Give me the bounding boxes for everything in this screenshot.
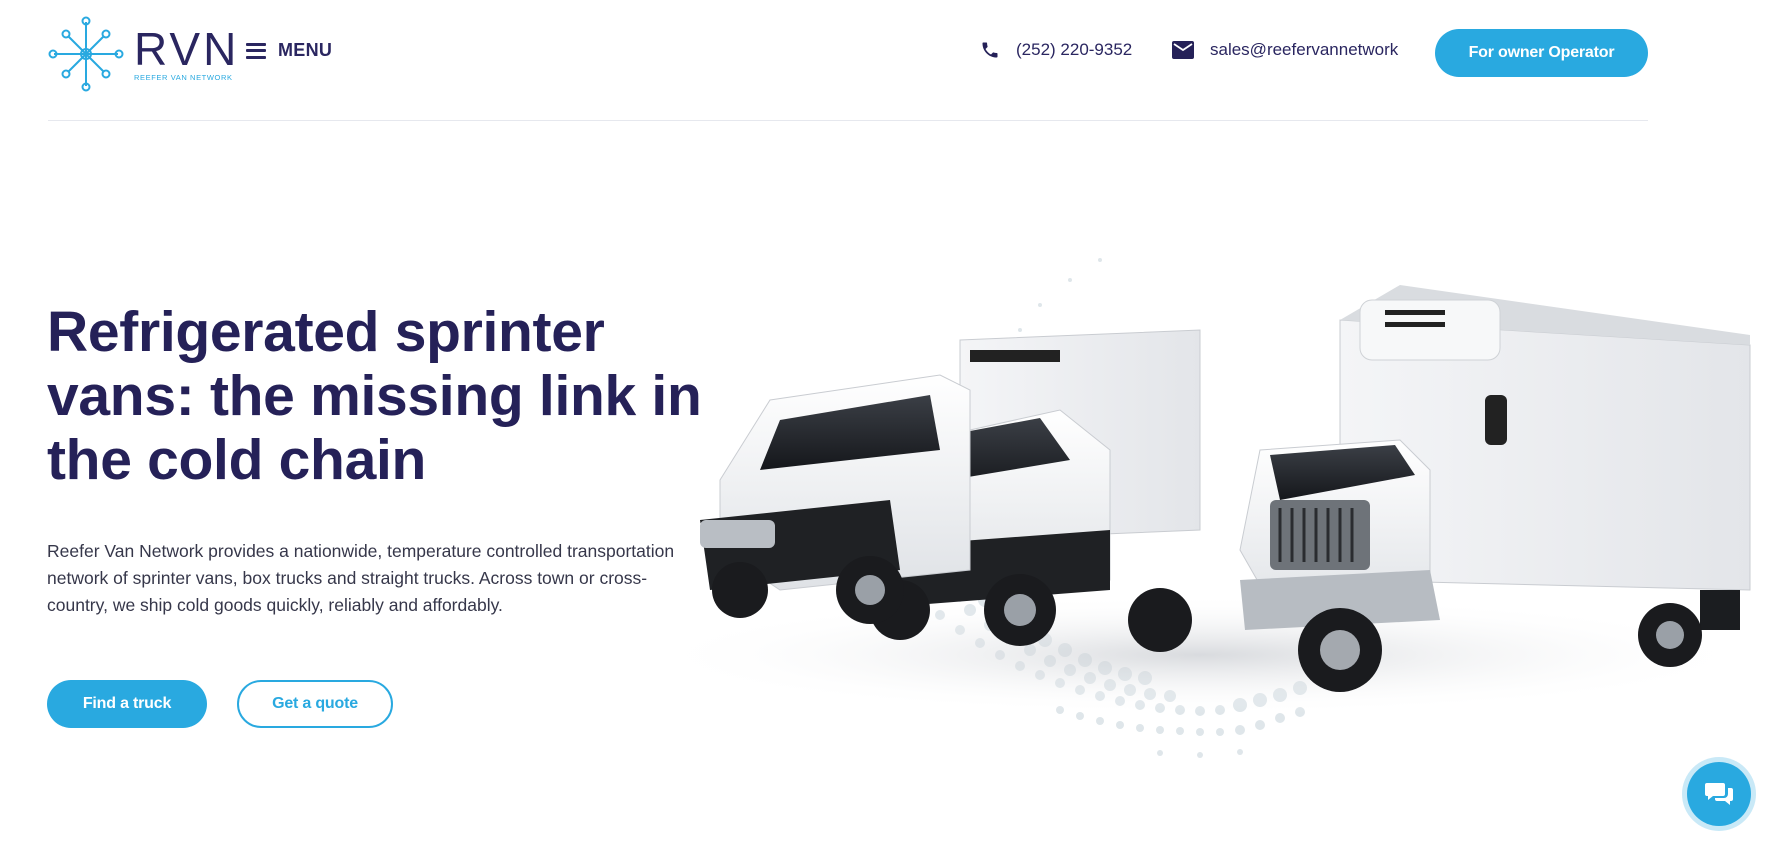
logo[interactable]: RVN REEFER VAN NETWORK (48, 14, 238, 94)
logo-tagline: REEFER VAN NETWORK (134, 72, 233, 82)
envelope-icon (1172, 41, 1194, 59)
network-star-icon (48, 16, 124, 92)
get-quote-button[interactable]: Get a quote (237, 680, 393, 728)
phone-number: (252) 220-9352 (1016, 40, 1133, 59)
email-link[interactable]: sales@reefervannetwork (1172, 40, 1398, 60)
find-truck-button[interactable]: Find a truck (47, 680, 207, 728)
hero-description: Reefer Van Network provides a nationwide… (47, 541, 675, 615)
chat-button[interactable] (1687, 762, 1751, 826)
site-header: RVN REEFER VAN NETWORK MENU (252) 220-93… (48, 0, 1648, 121)
hamburger-icon (246, 42, 266, 59)
menu-toggle[interactable]: MENU (246, 40, 332, 61)
phone-link[interactable]: (252) 220-9352 (980, 40, 1132, 60)
logo-wordmark: RVN (134, 22, 240, 75)
phone-icon (982, 42, 998, 58)
email-address: sales@reefervannetwork (1210, 40, 1399, 59)
chat-bubbles-icon (1705, 783, 1733, 805)
hero-fleet-image (640, 258, 1760, 758)
page: RVN REEFER VAN NETWORK MENU (252) 220-93… (0, 0, 1777, 861)
owner-operator-button[interactable]: For owner Operator (1435, 29, 1648, 77)
menu-label: MENU (278, 40, 333, 60)
